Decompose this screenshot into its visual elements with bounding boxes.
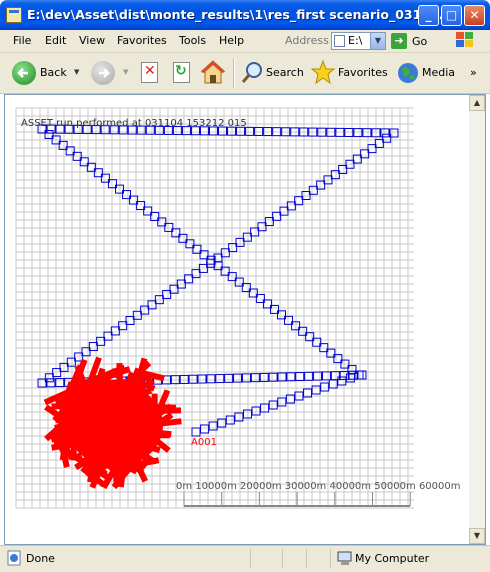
track-waypoint	[243, 233, 251, 241]
track-waypoint	[141, 306, 149, 314]
status-pane	[250, 549, 251, 568]
track-waypoint	[361, 150, 369, 158]
track-waypoint	[229, 244, 237, 252]
vertical-scrollbar[interactable]	[469, 95, 485, 544]
track-waypoint	[390, 129, 398, 137]
track-waypoint	[258, 223, 266, 231]
status-bar: Done My Computer	[0, 545, 490, 572]
page-done-icon	[6, 550, 22, 566]
track-waypoint	[133, 311, 141, 319]
track-waypoint	[192, 428, 200, 436]
track-waypoint	[363, 129, 371, 137]
track-waypoint	[111, 327, 119, 335]
track-waypoint	[251, 228, 259, 236]
scroll-up-arrow-icon[interactable]: ▲	[469, 95, 485, 111]
run-info-text: ASSET run performed at 031104 153212 015	[21, 118, 247, 129]
track-waypoint	[221, 249, 229, 257]
track-waypoint	[305, 372, 313, 380]
track-waypoint	[67, 358, 75, 366]
track-waypoint	[53, 369, 61, 377]
my-computer-icon	[337, 550, 353, 566]
status-pane	[282, 549, 283, 568]
track-waypoint	[390, 129, 398, 137]
track-waypoint	[309, 186, 317, 194]
track-waypoint	[296, 373, 304, 381]
track-waypoint	[269, 401, 277, 409]
track-waypoint	[82, 348, 90, 356]
scroll-down-arrow-icon[interactable]: ▼	[469, 528, 485, 544]
track-waypoint	[198, 375, 206, 383]
track-waypoint	[201, 425, 209, 433]
track-waypoint	[243, 410, 251, 418]
track-waypoint	[368, 145, 376, 153]
track-waypoint	[189, 375, 197, 383]
track-waypoint	[354, 129, 362, 137]
track-waypoint	[321, 383, 329, 391]
track-waypoint	[104, 332, 112, 340]
track-waypoint	[346, 374, 354, 382]
track-waypoint	[242, 374, 250, 382]
track-waypoint	[280, 207, 288, 215]
track-waypoint	[375, 139, 383, 147]
track-waypoint	[216, 375, 224, 383]
cluster-core	[67, 383, 163, 467]
track-waypoint	[97, 337, 105, 345]
scale-labels: 0m 10000m 20000m 30000m 40000m 50000m 60…	[176, 481, 461, 492]
cluster-stroke	[79, 456, 83, 463]
security-zone-text: My Computer	[355, 552, 429, 565]
track-waypoint	[273, 212, 281, 220]
status-text: Done	[26, 552, 55, 565]
track-waypoint	[322, 372, 330, 380]
status-pane	[306, 549, 307, 568]
track-waypoint	[225, 374, 233, 382]
track-waypoint	[287, 202, 295, 210]
track-waypoint	[126, 317, 134, 325]
track-waypoint	[312, 386, 320, 394]
track-waypoint	[75, 353, 83, 361]
track-waypoint	[261, 404, 269, 412]
track-waypoint	[246, 127, 254, 135]
status-pane	[330, 549, 331, 568]
track-waypoint	[278, 398, 286, 406]
unit-marker-label: A001	[191, 437, 217, 448]
scatter-cluster	[48, 360, 179, 485]
